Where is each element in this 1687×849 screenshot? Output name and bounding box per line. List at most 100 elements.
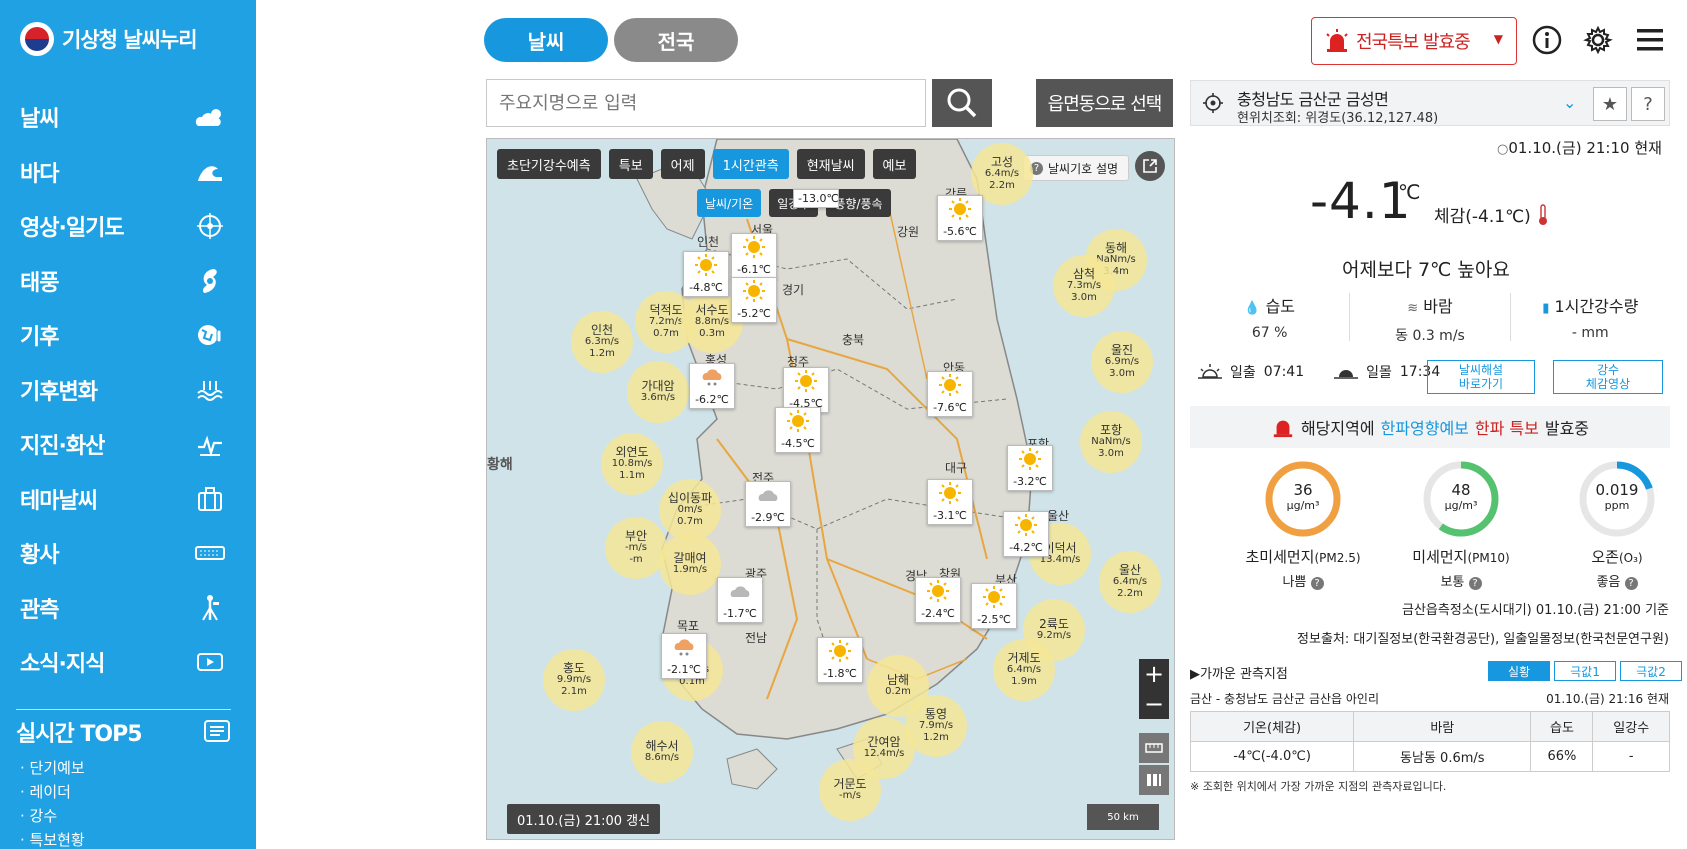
sea-station-wind: 6.9m/s xyxy=(1104,356,1140,367)
station-temp: -2.4℃ xyxy=(921,607,955,620)
land-station[interactable]: -2.1℃ xyxy=(661,633,707,679)
sea-station[interactable]: 울진 6.9m/s 3.0m xyxy=(1091,331,1153,393)
tab-extreme-1[interactable]: 극값1 xyxy=(1554,661,1616,681)
help-icon[interactable]: ? xyxy=(1310,577,1324,590)
air-quality-item: 0.019 ppm 오존(O₃) 좋음 ? xyxy=(1547,460,1687,590)
sidebar-item[interactable]: 테마날씨 xyxy=(0,472,256,527)
menu-button[interactable] xyxy=(1632,22,1668,58)
national-alert-dropdown[interactable]: 전국특보 발효중 ▼ xyxy=(1311,17,1517,65)
expand-button[interactable] xyxy=(1135,151,1165,181)
search-input[interactable] xyxy=(486,79,926,127)
map-tab[interactable]: 어제 xyxy=(660,149,705,179)
refresh-icon[interactable]: ○ xyxy=(1497,142,1508,157)
land-station[interactable]: -5.6℃ xyxy=(937,195,983,241)
map-tab[interactable]: 예보 xyxy=(872,149,917,179)
map-tab[interactable]: 초단기강수예측 xyxy=(497,149,601,179)
sidebar-item[interactable]: 기후 xyxy=(0,308,256,363)
sea-station[interactable]: 거문도 -m/s xyxy=(819,759,881,821)
sidebar-item[interactable]: 바다 xyxy=(0,145,256,200)
sidebar-item[interactable]: 날씨 xyxy=(0,90,256,145)
sea-station-name: 갈매여 xyxy=(673,551,707,565)
favorite-button[interactable]: ★ xyxy=(1593,87,1627,121)
feels-video-button[interactable]: 강수 체감영상 xyxy=(1553,360,1663,394)
legend-button[interactable]: ? 날씨기호 설명 xyxy=(1023,155,1130,181)
land-station[interactable]: -2.5℃ xyxy=(971,583,1017,629)
sea-station[interactable]: 인천 6.3m/s 1.2m xyxy=(571,311,633,373)
land-station[interactable]: -4.5℃ xyxy=(775,407,821,453)
source-info: 정보출처: 대기질정보(한국환경공단), 일출일몰정보(한국천문연구원) xyxy=(1297,632,1669,647)
land-station[interactable]: -4.2℃ xyxy=(1003,511,1049,557)
search-button[interactable] xyxy=(932,79,992,127)
tab-national[interactable]: 전국 xyxy=(614,18,738,62)
emd-select-button[interactable]: 읍면동으로 선택 xyxy=(1036,79,1173,127)
rain-label: 1시간강수량 xyxy=(1554,297,1639,316)
help-icon[interactable]: ? xyxy=(1468,577,1482,590)
sidebar-item[interactable]: 소식·지식 xyxy=(0,635,256,690)
sidebar-item[interactable]: 관측 xyxy=(0,581,256,636)
sea-station[interactable]: 해수서 8.6m/s xyxy=(631,721,693,783)
tab-weather[interactable]: 날씨 xyxy=(484,18,608,62)
sidebar-item[interactable]: 기후변화 xyxy=(0,363,256,418)
top5-header[interactable]: 실시간 TOP5 xyxy=(16,716,231,748)
land-station[interactable]: -1.8℃ xyxy=(817,637,863,683)
sea-station[interactable]: 삼척 7.3m/s 3.0m xyxy=(1053,255,1115,317)
land-station[interactable]: -2.9℃ xyxy=(745,481,791,527)
land-station[interactable]: -1.7℃ xyxy=(717,577,763,623)
sea-station[interactable]: 울산 6.4m/s 2.2m xyxy=(1099,551,1161,613)
land-station[interactable]: -7.6℃ xyxy=(927,371,973,417)
station-temp: -4.2℃ xyxy=(1009,541,1043,554)
sea-station[interactable]: 가대암 3.6m/s xyxy=(627,361,689,423)
land-station[interactable]: -4.8℃ xyxy=(683,251,729,297)
settings-button[interactable] xyxy=(1580,22,1616,58)
map-subtab[interactable]: 날씨/기온 xyxy=(697,189,762,217)
top5-item[interactable]: · 레이더 xyxy=(20,780,85,804)
tab-realtime[interactable]: 실황 xyxy=(1488,661,1550,681)
help-icon[interactable]: ? xyxy=(1624,577,1638,590)
sea-station[interactable]: 외연도 10.8m/s 1.1m xyxy=(601,433,663,495)
land-station[interactable]: -6.2℃ xyxy=(689,363,735,409)
help-button[interactable]: ? xyxy=(1631,87,1665,121)
sidebar-item[interactable]: 지진·화산 xyxy=(0,417,256,472)
station-temp: -5.2℃ xyxy=(737,307,771,320)
layer-button[interactable] xyxy=(1139,765,1169,795)
map-tab[interactable]: 특보 xyxy=(608,149,653,179)
sidebar-item[interactable]: 태풍 xyxy=(0,254,256,309)
ruler-button[interactable] xyxy=(1139,733,1169,763)
land-station[interactable]: -13.0℃ xyxy=(793,189,839,208)
station-temp: -4.8℃ xyxy=(689,281,723,294)
notice-coldwave-impact[interactable]: 한파영향예보 xyxy=(1381,415,1469,439)
sidebar-item[interactable]: 황사 xyxy=(0,526,256,581)
sidebar-item[interactable]: 영상·일기도 xyxy=(0,199,256,254)
zoom-in-button[interactable]: + xyxy=(1139,659,1169,689)
top5-item[interactable]: · 특보현황 xyxy=(20,828,85,849)
land-station[interactable]: -3.2℃ xyxy=(1007,445,1053,491)
commentary-button[interactable]: 날씨해설 바로가기 xyxy=(1427,360,1535,394)
land-station[interactable]: -2.4℃ xyxy=(915,577,961,623)
map-tab[interactable]: 1시간관측 xyxy=(712,149,789,179)
sea-station-wind: 1.9m/s xyxy=(672,564,708,575)
logo[interactable]: 기상청 날씨누리 xyxy=(20,22,198,56)
tab-extreme-2[interactable]: 극값2 xyxy=(1620,661,1682,681)
sea-station[interactable]: 부안 -m/s -m xyxy=(605,517,667,579)
sea-station[interactable]: 포항 NaNm/s 3.0m xyxy=(1080,411,1142,473)
notice-coldwave-warning[interactable]: 한파 특보 xyxy=(1475,415,1539,439)
sun-icon xyxy=(743,236,765,263)
zoom-out-button[interactable]: − xyxy=(1139,689,1169,719)
chevron-down-icon[interactable]: ⌄ xyxy=(1563,93,1576,112)
sea-station[interactable]: 십이동파 0m/s 0.7m xyxy=(659,479,721,541)
map-tab[interactable]: 현재날씨 xyxy=(796,149,865,179)
land-station[interactable]: -5.2℃ xyxy=(731,277,777,323)
land-station[interactable]: -3.1℃ xyxy=(927,479,973,525)
land-station[interactable]: -6.1℃ xyxy=(731,233,777,279)
weather-map[interactable]: 초단기강수예측특보어제1시간관측현재날씨예보 날씨/기온일강수풍향/풍속 ? 날… xyxy=(486,138,1175,840)
search-icon xyxy=(947,88,977,118)
hamburger-icon xyxy=(1637,29,1663,51)
top5-item[interactable]: · 강수 xyxy=(20,804,85,828)
sea-station[interactable]: 갈매여 1.9m/s xyxy=(659,533,721,595)
sea-station[interactable]: 홍도 9.9m/s 2.1m xyxy=(543,649,605,711)
sea-station[interactable]: 거제도 6.4m/s 1.9m xyxy=(993,639,1055,701)
sea-station-wind: 8.6m/s xyxy=(644,752,680,763)
info-button[interactable] xyxy=(1529,22,1565,58)
target-icon[interactable] xyxy=(1203,93,1223,113)
top5-item[interactable]: · 단기예보 xyxy=(20,756,85,780)
